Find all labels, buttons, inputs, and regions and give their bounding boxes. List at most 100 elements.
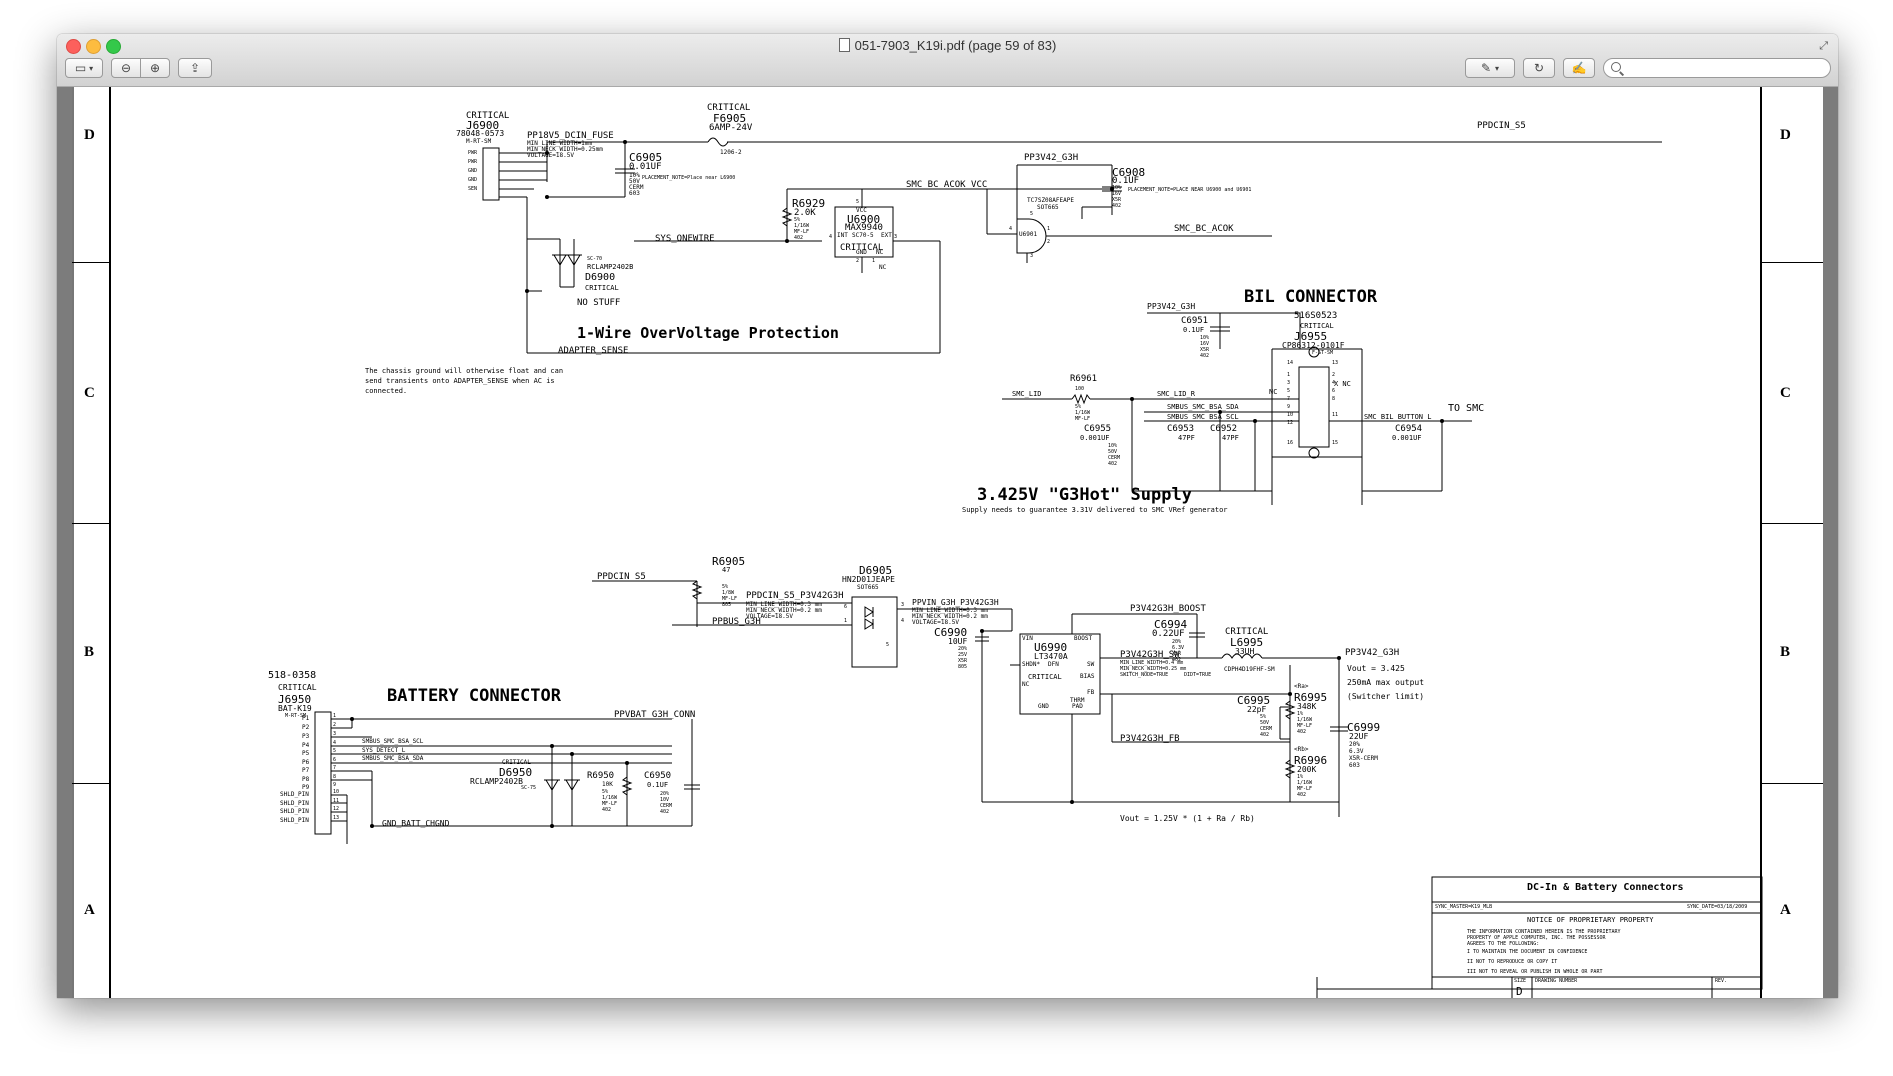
r6996-prop: 402: [1297, 792, 1307, 798]
u6990-pin-name: SW: [1087, 661, 1095, 668]
c6952-value: 47PF: [1222, 434, 1239, 442]
share-button[interactable]: ⇪: [178, 58, 212, 78]
titleblock-sync-master: SYNC_MASTER=K19_MLB: [1435, 904, 1493, 910]
c6950-refdes: C6950: [644, 771, 672, 781]
to-smc-label: TO SMC: [1448, 403, 1485, 414]
markup-pen-button[interactable]: ✎ ▾: [1465, 58, 1515, 78]
u6990-pin-name: SHDN*: [1022, 661, 1041, 668]
nc-label: NC: [1269, 388, 1278, 396]
net-pp3v42-bil: PP3V42_G3H: [1147, 302, 1196, 311]
document-view[interactable]: D C B A D C B A CRITICAL J6900 78048-057…: [57, 87, 1838, 998]
net-ppvbat: PPVBAT_G3H_CONN: [614, 710, 696, 720]
j6950-pin-num: 3: [333, 731, 337, 737]
titleblock-para: AGREES TO THE FOLLOWING:: [1467, 941, 1540, 947]
j6900-pin: GND: [468, 168, 478, 174]
j6900-pin: SEN: [468, 186, 478, 192]
u6901-pin: 2: [1047, 239, 1051, 245]
u6900-pin: 1: [872, 258, 876, 264]
u6900-pkg: SC70-5: [852, 232, 874, 239]
u6990-part: LT3470A: [1034, 652, 1068, 661]
j6955-pin: 14: [1287, 360, 1294, 366]
c6908-note: PLACEMENT_NOTE=PLACE NEAR U6900 and U690…: [1128, 187, 1252, 193]
sidebar-view-button[interactable]: ▭ ▾: [65, 58, 103, 78]
r6995-value: 348K: [1297, 702, 1317, 711]
j6900-pin: PWR: [468, 159, 478, 165]
rotate-button[interactable]: ↻: [1523, 58, 1555, 78]
net-smc-bc-acok: SMC_BC_ACOK: [1174, 224, 1234, 234]
j6950-pin-name: P5: [302, 750, 310, 757]
f6905-fuse: [707, 137, 729, 147]
j6950-pkg: BAT-K19: [278, 704, 312, 713]
net-sys-detect: SYS_DETECT_L: [362, 747, 406, 754]
titleblock-sync-date: SYNC_DATE=03/18/2009: [1687, 904, 1748, 910]
preview-window: 051-7903_K19i.pdf (page 59 of 83) ⤢ ▭ ▾ ⊖…: [57, 34, 1838, 998]
r6905-prop: 805: [722, 602, 732, 608]
j6950-critical: CRITICAL: [278, 683, 317, 692]
net-pp3v42-out: PP3V42_G3H: [1345, 648, 1400, 658]
zoom-out-button[interactable]: ⊖: [111, 58, 141, 78]
d6905-body: [851, 596, 898, 668]
j6950-pin-num: 7: [333, 765, 337, 771]
u6990-pin-name: BOOST: [1074, 635, 1093, 642]
r6950-value: 10K: [602, 781, 613, 788]
u6990-pin-name: NC: [1022, 681, 1030, 688]
vout-note: Vout = 3.425: [1347, 664, 1405, 673]
r6905-value: 47: [722, 566, 731, 574]
u6901-refdes: U6901: [1019, 231, 1038, 238]
d6905-part: HN2D01JEAPE: [842, 575, 895, 584]
net-prop: SWITCH_NODE=TRUE: [1120, 672, 1169, 678]
d6950-part: RCLAMP2402B: [470, 777, 523, 786]
search-field[interactable]: [1603, 58, 1831, 78]
search-icon: [1611, 62, 1621, 72]
net-ppdcin-s5: PPDCIN_S5: [597, 572, 646, 582]
net-boost: P3V42G3H_BOOST: [1130, 604, 1206, 614]
l6995-pkg: CDPH4D19FHF-SM: [1224, 666, 1275, 673]
title-bil: BIL CONNECTOR: [1244, 287, 1378, 307]
j6955-pin: 5: [1287, 388, 1291, 394]
j6950-pin-name: SHLD_PIN: [280, 808, 309, 815]
d6905-pkg: SOT665: [857, 584, 879, 591]
j6955-pin: 8: [1332, 396, 1336, 402]
vout-note: (Switcher limit): [1347, 692, 1425, 701]
u6900-pin: 2: [856, 258, 860, 264]
j6955-pin: 13: [1332, 360, 1339, 366]
net-smbus-scl: SMBUS_SMC_BSA_SCL: [362, 738, 424, 745]
j6950-pin-name: P4: [302, 742, 310, 749]
j6955-pin: 7: [1287, 396, 1291, 402]
j6950-pin-num: 13: [333, 815, 340, 821]
u6901-pin: 4: [1009, 226, 1013, 232]
j6950-part: 518-0358: [268, 670, 317, 681]
f6905-value: 6AMP-24V: [709, 123, 753, 133]
r6961-value: 100: [1075, 386, 1085, 392]
net-sys-onewire: SYS_ONEWIRE: [655, 234, 715, 244]
edit-toolbar-button[interactable]: ✍: [1563, 58, 1595, 78]
d6900-critical: CRITICAL: [585, 284, 619, 292]
chevron-down-icon: ▾: [89, 63, 94, 73]
c6905-note: PLACEMENT_NOTE=Place near L6900: [642, 175, 736, 181]
cap-prop: 402: [1108, 461, 1118, 467]
j6900-pin: GND: [468, 177, 478, 183]
titleblock-item: III NOT TO REVEAL OR PUBLISH IN WHOLE OR…: [1467, 969, 1603, 975]
u6900-ext: EXT: [881, 232, 892, 239]
titleblock-item: I TO MAINTAIN THE DOCUMENT IN CONFIDENCE: [1467, 949, 1588, 955]
j6950-pin-num: 11: [333, 798, 340, 804]
j6955-pin: 9: [1287, 404, 1291, 410]
j6950-pin-num: 8: [333, 774, 337, 780]
pdf-document-icon[interactable]: [838, 38, 850, 52]
zoom-in-button[interactable]: ⊕: [140, 58, 170, 78]
c6990-prop: 805: [958, 664, 968, 670]
f6905-pkg: 1206-2: [720, 149, 742, 156]
r6961-refdes: R6961: [1070, 374, 1098, 384]
r6961-prop: MF-LF: [1075, 416, 1091, 422]
c6950-prop: 402: [660, 809, 670, 815]
share-icon: ⇪: [189, 61, 201, 75]
fullscreen-icon[interactable]: ⤢: [1819, 40, 1828, 53]
j6950-pin-num: 5: [333, 748, 337, 754]
d6905-pin: 6: [844, 604, 848, 610]
j6950-pin-name: SHLD_PIN: [280, 791, 309, 798]
u6900-gnd: GND: [856, 249, 867, 256]
d6905-pin: 4: [901, 618, 905, 624]
c6990-value: 10UF: [948, 637, 968, 646]
rb-label: <Rb>: [1294, 746, 1309, 753]
u6901-pin: 1: [1047, 226, 1051, 232]
